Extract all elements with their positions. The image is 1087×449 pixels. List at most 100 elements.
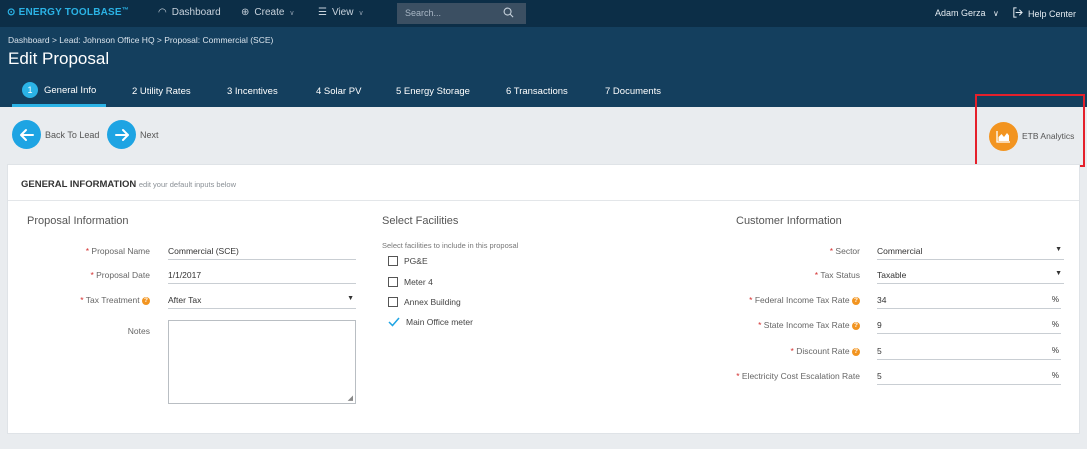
discount-rate-label-text: Discount Rate <box>796 346 850 356</box>
federal-income-tax-rate-label-text: Federal Income Tax Rate <box>754 295 850 305</box>
card-title-text: GENERAL INFORMATION <box>21 179 137 190</box>
tax-status-value: Taxable <box>877 270 907 280</box>
facility-label: Meter 4 <box>404 277 433 287</box>
breadcrumb[interactable]: Dashboard > Lead: Johnson Office HQ > Pr… <box>8 35 273 45</box>
tab-energy-storage[interactable]: 5 Energy Storage <box>396 76 470 107</box>
arrow-left-icon <box>19 128 34 141</box>
facility-item[interactable]: Annex Building <box>388 297 461 307</box>
logo-trademark: ™ <box>121 7 129 14</box>
search-input[interactable]: Search... <box>397 3 526 24</box>
dropdown-arrow-icon: ▼ <box>347 295 354 302</box>
tab-transactions[interactable]: 6 Transactions <box>506 76 568 107</box>
top-nav: ⊙ ENERGY TOOLBASE™ ◠ Dashboard ⊕ Create … <box>0 0 1087 27</box>
nav-view[interactable]: ☰ View ∨ <box>318 7 364 18</box>
user-name: Adam Gerza <box>935 8 986 18</box>
info-icon[interactable]: ? <box>852 321 860 330</box>
tax-treatment-select[interactable]: After Tax ▼ <box>168 291 356 309</box>
card-title: GENERAL INFORMATION edit your default in… <box>21 179 236 190</box>
chevron-down-icon: ∨ <box>993 9 999 18</box>
dropdown-arrow-icon: ▼ <box>1055 246 1062 253</box>
electricity-cost-escalation-rate-label: * Electricity Cost Escalation Rate <box>736 371 860 381</box>
help-center-link[interactable]: Help Center <box>1012 7 1076 20</box>
tab-incentives[interactable]: 3 Incentives <box>227 76 278 107</box>
proposal-name-input[interactable]: Commercial (SCE) <box>168 242 356 260</box>
help-center-label: Help Center <box>1028 8 1077 19</box>
area-chart-icon <box>996 131 1010 143</box>
federal-income-tax-rate-input[interactable]: 34 % <box>877 291 1061 309</box>
electricity-cost-escalation-rate-label-text: Electricity Cost Escalation Rate <box>741 371 860 381</box>
electricity-cost-escalation-rate-input[interactable]: 5 % <box>877 367 1061 385</box>
etb-analytics-label[interactable]: ETB Analytics <box>1022 131 1074 141</box>
checkbox[interactable] <box>388 297 398 307</box>
state-income-tax-rate-input[interactable]: 9 % <box>877 316 1061 334</box>
nav-create[interactable]: ⊕ Create ∨ <box>241 7 295 18</box>
proposal-date-label-text: Proposal Date <box>96 270 150 280</box>
search-placeholder: Search... <box>405 8 442 18</box>
state-income-tax-rate-label: * State Income Tax Rate ? <box>758 320 860 330</box>
checkbox[interactable] <box>388 277 398 287</box>
federal-income-tax-rate-value: 34 <box>877 295 887 305</box>
chevron-down-icon: ∨ <box>289 9 295 17</box>
nav-create-label: Create <box>254 7 285 18</box>
facility-item[interactable]: Main Office meter <box>388 317 473 327</box>
page-title: Edit Proposal <box>8 49 110 68</box>
electricity-cost-escalation-rate-value: 5 <box>877 371 882 381</box>
facility-label: Annex Building <box>404 297 461 307</box>
info-icon[interactable]: ? <box>852 296 860 305</box>
proposal-name-label-text: Proposal Name <box>91 246 150 256</box>
tab-documents[interactable]: 7 Documents <box>605 76 661 107</box>
proposal-date-label: * Proposal Date <box>90 270 150 280</box>
step-tabs: 1 General Info 2 Utility Rates 3 Incenti… <box>0 76 700 107</box>
tab-utility-rates[interactable]: 2 Utility Rates <box>132 76 191 107</box>
sector-select[interactable]: Commercial ▼ <box>877 242 1064 260</box>
checkmark-icon[interactable] <box>388 317 400 327</box>
resize-handle-icon[interactable]: ◢ <box>348 394 353 402</box>
nav-dashboard[interactable]: ◠ Dashboard <box>158 7 221 18</box>
sector-label-text: Sector <box>835 246 860 256</box>
nav-dashboard-label: Dashboard <box>171 7 221 18</box>
tax-treatment-value: After Tax <box>168 295 202 305</box>
tax-treatment-label: * Tax Treatment ? <box>80 295 150 305</box>
logo-icon: ⊙ <box>7 7 16 18</box>
tab-step-number: 1 <box>22 82 38 98</box>
facility-item[interactable]: PG&E <box>388 256 428 266</box>
discount-rate-input[interactable]: 5 % <box>877 342 1061 360</box>
next-label[interactable]: Next <box>140 130 159 140</box>
notes-textarea[interactable]: ◢ <box>168 320 356 404</box>
checkbox[interactable] <box>388 256 398 266</box>
facilities-hint: Select facilities to include in this pro… <box>382 241 519 250</box>
plus-circle-icon: ⊕ <box>241 7 250 18</box>
proposal-information-title: Proposal Information <box>27 215 129 227</box>
tab-general-info[interactable]: 1 General Info <box>12 76 107 107</box>
tax-status-label-text: Tax Status <box>820 270 860 280</box>
user-menu[interactable]: Adam Gerza ∨ <box>935 8 999 18</box>
tax-treatment-label-text: Tax Treatment <box>85 295 140 305</box>
facility-label: PG&E <box>404 256 428 266</box>
page-header: Dashboard > Lead: Johnson Office HQ > Pr… <box>0 27 1087 107</box>
logo[interactable]: ⊙ ENERGY TOOLBASE™ <box>7 7 129 18</box>
exit-icon <box>1012 7 1023 20</box>
customer-information-title: Customer Information <box>736 215 842 227</box>
dashboard-icon: ◠ <box>158 7 167 18</box>
select-facilities-title: Select Facilities <box>382 215 459 227</box>
tax-status-select[interactable]: Taxable ▼ <box>877 266 1064 284</box>
percent-unit: % <box>1051 295 1059 304</box>
etb-analytics-button[interactable] <box>989 122 1018 151</box>
dropdown-arrow-icon: ▼ <box>1055 270 1062 277</box>
back-to-lead-label[interactable]: Back To Lead <box>45 130 99 140</box>
card-subtitle: edit your default inputs below <box>138 180 237 189</box>
facility-item[interactable]: Meter 4 <box>388 277 433 287</box>
percent-unit: % <box>1051 320 1059 329</box>
info-icon[interactable]: ? <box>142 296 150 305</box>
next-button[interactable] <box>107 120 136 149</box>
federal-income-tax-rate-label: * Federal Income Tax Rate ? <box>749 295 860 305</box>
tab-solar-pv[interactable]: 4 Solar PV <box>316 76 361 107</box>
divider <box>8 200 1079 201</box>
proposal-date-input[interactable]: 1/1/2017 <box>168 266 356 284</box>
sector-label: * Sector <box>829 246 860 256</box>
discount-rate-value: 5 <box>877 346 882 356</box>
proposal-name-label: * Proposal Name <box>85 246 150 256</box>
search-icon[interactable] <box>503 7 514 20</box>
info-icon[interactable]: ? <box>852 347 860 356</box>
back-to-lead-button[interactable] <box>12 120 41 149</box>
